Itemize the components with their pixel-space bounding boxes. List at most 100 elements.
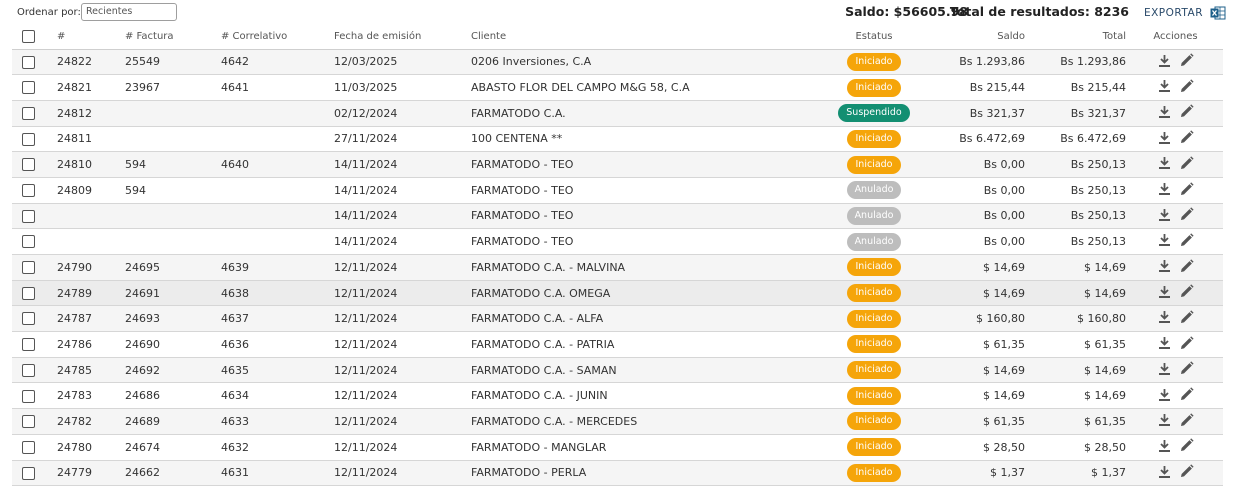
- row-checkbox[interactable]: [22, 466, 35, 480]
- download-icon[interactable]: [1158, 285, 1171, 299]
- status-badge: Suspendido: [838, 104, 910, 123]
- row-select-cell: [12, 305, 57, 333]
- row-checkbox[interactable]: [22, 132, 35, 146]
- pencil-icon[interactable]: [1179, 233, 1194, 248]
- row-checkbox[interactable]: [22, 363, 35, 377]
- download-icon[interactable]: [1158, 439, 1171, 453]
- download-icon[interactable]: [1158, 336, 1171, 350]
- row-checkbox[interactable]: [22, 209, 35, 223]
- row-checkbox[interactable]: [22, 55, 35, 69]
- header-saldo[interactable]: Saldo: [914, 25, 1027, 50]
- status-badge: Iniciado: [847, 258, 901, 277]
- download-icon[interactable]: [1158, 131, 1171, 145]
- pencil-icon[interactable]: [1179, 181, 1194, 197]
- table-row[interactable]: 24790 24695 4639 12/11/2024 FARMATODO C.A. -…: [12, 254, 1223, 281]
- pencil-icon[interactable]: [1179, 104, 1194, 119]
- header-total[interactable]: Total: [1027, 25, 1128, 50]
- table-row[interactable]: 14/11/2024 FARMATODO - TEO Anulado Bs 0,00 B…: [12, 228, 1223, 255]
- table-row[interactable]: 24779 24662 4631 12/11/2024 FARMATODO - PERL…: [12, 460, 1223, 486]
- cell-fecha: 12/11/2024: [334, 382, 471, 410]
- table-row[interactable]: 24786 24690 4636 12/11/2024 FARMATODO C.A. -…: [12, 331, 1223, 358]
- download-icon[interactable]: [1158, 465, 1171, 479]
- table-row[interactable]: 24782 24689 4633 12/11/2024 FARMATODO C.A. -…: [12, 408, 1223, 435]
- row-checkbox[interactable]: [22, 312, 35, 326]
- row-checkbox[interactable]: [22, 261, 35, 275]
- cell-total: $ 61,35: [1027, 331, 1128, 358]
- pencil-icon[interactable]: [1179, 336, 1194, 351]
- cell-saldo: Bs 0,00: [914, 228, 1027, 255]
- row-checkbox[interactable]: [22, 106, 35, 120]
- cell-correlativo: [221, 228, 334, 255]
- cell-fecha: 12/11/2024: [334, 460, 471, 486]
- pencil-icon[interactable]: [1179, 310, 1194, 325]
- select-all-checkbox[interactable]: [22, 30, 35, 44]
- pencil-icon[interactable]: [1179, 258, 1194, 274]
- download-icon[interactable]: [1158, 208, 1171, 222]
- table-row[interactable]: 24780 24674 4632 12/11/2024 FARMATODO - MANG…: [12, 434, 1223, 461]
- cell-correlativo: 4634: [221, 382, 334, 410]
- cell-estatus: Iniciado: [834, 254, 914, 281]
- excel-icon[interactable]: [1210, 6, 1226, 20]
- pencil-icon[interactable]: [1179, 53, 1194, 68]
- row-checkbox[interactable]: [22, 389, 35, 403]
- row-checkbox[interactable]: [22, 158, 35, 172]
- table-row[interactable]: 24821 23967 4641 11/03/2025 ABASTO FLOR DEL …: [12, 74, 1223, 101]
- table-row[interactable]: 24787 24693 4637 12/11/2024 FARMATODO C.A. -…: [12, 305, 1223, 333]
- pencil-icon[interactable]: [1179, 284, 1194, 299]
- cell-id: [57, 203, 125, 230]
- pencil-icon[interactable]: [1179, 207, 1194, 222]
- download-icon[interactable]: [1158, 105, 1171, 119]
- cell-fecha: 12/03/2025: [334, 49, 471, 76]
- row-checkbox[interactable]: [22, 286, 35, 300]
- table-row[interactable]: 24822 25549 4642 12/03/2025 0206 Inversiones…: [12, 49, 1223, 76]
- table-row[interactable]: 24783 24686 4634 12/11/2024 FARMATODO C.A. -…: [12, 382, 1223, 410]
- pencil-icon[interactable]: [1179, 464, 1194, 479]
- header-factura[interactable]: # Factura: [125, 25, 221, 50]
- header-cliente[interactable]: Cliente: [471, 25, 834, 50]
- download-icon[interactable]: [1158, 362, 1171, 376]
- header-correlativo[interactable]: # Correlativo: [221, 25, 334, 50]
- row-checkbox[interactable]: [22, 338, 35, 352]
- download-icon[interactable]: [1158, 259, 1171, 273]
- download-icon[interactable]: [1158, 156, 1171, 170]
- pencil-icon[interactable]: [1179, 413, 1194, 428]
- header-fecha[interactable]: Fecha de emisión: [334, 25, 471, 50]
- row-checkbox[interactable]: [22, 235, 35, 249]
- table-row[interactable]: 24812 02/12/2024 FARMATODO C.A. Suspendido B…: [12, 100, 1223, 127]
- export-button[interactable]: EXPORTAR: [1144, 7, 1203, 19]
- pencil-icon[interactable]: [1179, 79, 1194, 94]
- pencil-icon[interactable]: [1179, 156, 1194, 171]
- pencil-icon[interactable]: [1179, 361, 1194, 376]
- cell-fecha: 12/11/2024: [334, 434, 471, 461]
- download-icon[interactable]: [1158, 413, 1171, 427]
- row-checkbox[interactable]: [22, 440, 35, 454]
- table-row[interactable]: 14/11/2024 FARMATODO - TEO Anulado Bs 0,00 B…: [12, 203, 1223, 230]
- cell-total: $ 14,69: [1027, 382, 1128, 410]
- status-badge: Iniciado: [847, 309, 901, 328]
- download-icon[interactable]: [1158, 388, 1171, 402]
- table-row[interactable]: 24809 594 14/11/2024 FARMATODO - TEO Anulado…: [12, 177, 1223, 204]
- download-icon[interactable]: [1158, 79, 1171, 93]
- cell-total: $ 14,69: [1027, 280, 1128, 307]
- table-row[interactable]: 24810 594 4640 14/11/2024 FARMATODO - TEO Ini…: [12, 151, 1223, 178]
- row-checkbox[interactable]: [22, 184, 35, 198]
- download-icon[interactable]: [1158, 233, 1171, 247]
- download-icon[interactable]: [1158, 310, 1171, 324]
- download-icon[interactable]: [1158, 54, 1171, 68]
- table-row[interactable]: 24785 24692 4635 12/11/2024 FARMATODO C.A. -…: [12, 357, 1223, 384]
- download-icon[interactable]: [1158, 182, 1171, 196]
- table-row[interactable]: 24811 27/11/2024 100 CENTENA ** Iniciado Bs …: [12, 126, 1223, 153]
- pencil-icon[interactable]: [1179, 438, 1194, 453]
- row-checkbox[interactable]: [22, 415, 35, 429]
- cell-fecha: 12/11/2024: [334, 357, 471, 384]
- table-row[interactable]: 24789 24691 4638 12/11/2024 FARMATODO C.A. O…: [12, 280, 1223, 307]
- pencil-icon[interactable]: [1179, 387, 1194, 402]
- header-id[interactable]: #: [57, 25, 125, 50]
- row-select-cell: [12, 100, 57, 127]
- pencil-icon[interactable]: [1179, 130, 1194, 145]
- row-checkbox[interactable]: [22, 81, 35, 95]
- status-badge: Iniciado: [847, 438, 901, 457]
- toolbar: Ordenar por: Recientes Saldo: $56605.98 …: [0, 0, 1241, 26]
- sort-select[interactable]: Recientes: [81, 3, 177, 21]
- header-estatus[interactable]: Estatus: [834, 25, 914, 50]
